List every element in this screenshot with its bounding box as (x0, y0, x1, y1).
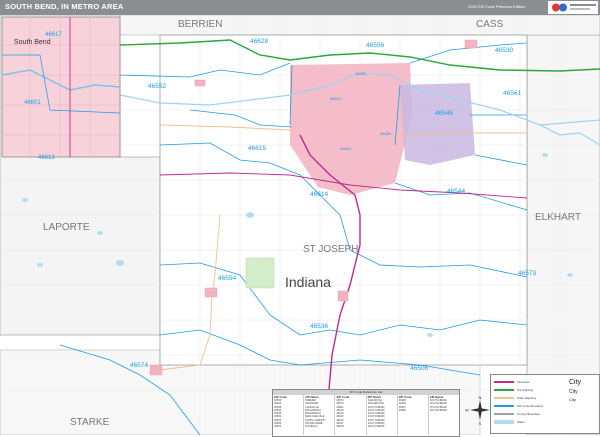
zip-label: 46544 (447, 188, 465, 195)
zip-label: 46506 (410, 365, 428, 372)
zip-label: 46628 (250, 38, 268, 45)
legend-item: Interstate (494, 379, 554, 385)
inset-map: South Bend 46617 46601 46613 (1, 16, 121, 161)
table-column: ZIP Code 46628 46635 46637 46680 (398, 395, 429, 435)
zip-label: 46573 (518, 270, 536, 277)
legend-item: Water (494, 419, 554, 425)
legend-label: State Highway (517, 396, 537, 400)
zip-label: 46574 (130, 362, 148, 369)
inset-zip-label: 46617 (45, 32, 62, 38)
state-label: Indiana (285, 274, 331, 290)
inset-zip-label: 46613 (38, 155, 55, 161)
map-legend: Interstate US Highway State Highway ZIP … (490, 374, 600, 434)
title-bar: SOUTH BEND, IN METRO AREA 2020 ZIP Code … (0, 0, 600, 15)
table-cell: 46680 (398, 408, 406, 412)
compass-n: N (479, 395, 482, 400)
table-column: ZIP Code 46506 46530 46536 46544 46545 4… (273, 395, 305, 435)
legend-item: ZIP Code Boundary (494, 403, 554, 409)
zip-label: 46530 (495, 47, 513, 54)
zip-reference-table: ZIP Code Reference List ZIP Code 46506 4… (272, 389, 460, 437)
park-area (245, 257, 275, 289)
legend-label: US Highway (517, 388, 534, 392)
county-label-laporte: LAPORTE (43, 222, 90, 233)
county-label-elkhart: ELKHART (535, 212, 581, 223)
zip-label-small: 46680 (380, 131, 392, 136)
map-title: SOUTH BEND, IN METRO AREA (5, 2, 124, 11)
legend-label: Water (517, 420, 525, 424)
table-cell: OSCEOLA (305, 425, 318, 429)
zip-label: 46556 (366, 42, 384, 49)
county-label-berrien: BERRIEN (178, 19, 222, 30)
map-subtitle: 2020 ZIP Code Premium Edition (468, 4, 526, 9)
county-label-st-joseph: ST JOSEPH (303, 244, 358, 255)
zip-label: 46552 (148, 83, 166, 90)
zip-label: 46545 (435, 110, 453, 117)
zip-label-small: 46632 (355, 71, 367, 76)
table-cell: 46561 (274, 425, 282, 429)
table-column: ZIP Name SOUTH BEND SOUTH BEND SOUTH BEN… (429, 395, 459, 435)
legend-label: County Boundary (517, 412, 541, 416)
zip-label: 46536 (310, 323, 328, 330)
table-cell: SOUTH BEND (429, 408, 447, 412)
zip-label: 46561 (503, 90, 521, 97)
inset-city-label: South Bend (14, 39, 51, 46)
mishawaka-city-area (400, 83, 475, 165)
zip-label-small: 46603 (340, 146, 352, 151)
zip-label: 46554 (218, 275, 236, 282)
compass-s: S (479, 421, 482, 426)
legend-city-label: City (569, 379, 582, 386)
map-canvas[interactable]: South Bend 46617 46601 46613 BERRIEN CAS… (0, 15, 600, 435)
legend-label: Interstate (517, 380, 530, 384)
legend-city-sub: City (569, 389, 578, 395)
legend-label: ZIP Code Boundary (517, 404, 544, 408)
zip-label-small: 46616 (330, 96, 342, 101)
compass-w: W (465, 408, 469, 413)
table-column: ZIP Code 46573 46574 46601 46613 46614 4… (335, 395, 367, 435)
publisher-logo-icon (548, 1, 598, 14)
legend-item: County Boundary (494, 411, 554, 417)
inset-zip-label: 46601 (24, 100, 41, 106)
table-cell: 46619 (336, 425, 344, 429)
county-label-starke: STARKE (70, 417, 110, 428)
zip-label: 46614 (310, 191, 328, 198)
table-column: ZIP Name WAKARUSA WALKERTON SOUTH BEND S… (367, 395, 398, 435)
legend-city-sub2: City (569, 397, 576, 402)
legend-item: US Highway (494, 387, 554, 393)
table-column: ZIP Name BREMEN GRANGER LAKEVILLE MISHAW… (304, 395, 336, 435)
county-label-cass: CASS (476, 19, 504, 30)
zip-label: 46615 (248, 145, 266, 152)
legend-item: State Highway (494, 395, 554, 401)
table-cell: SOUTH BEND (367, 425, 385, 429)
